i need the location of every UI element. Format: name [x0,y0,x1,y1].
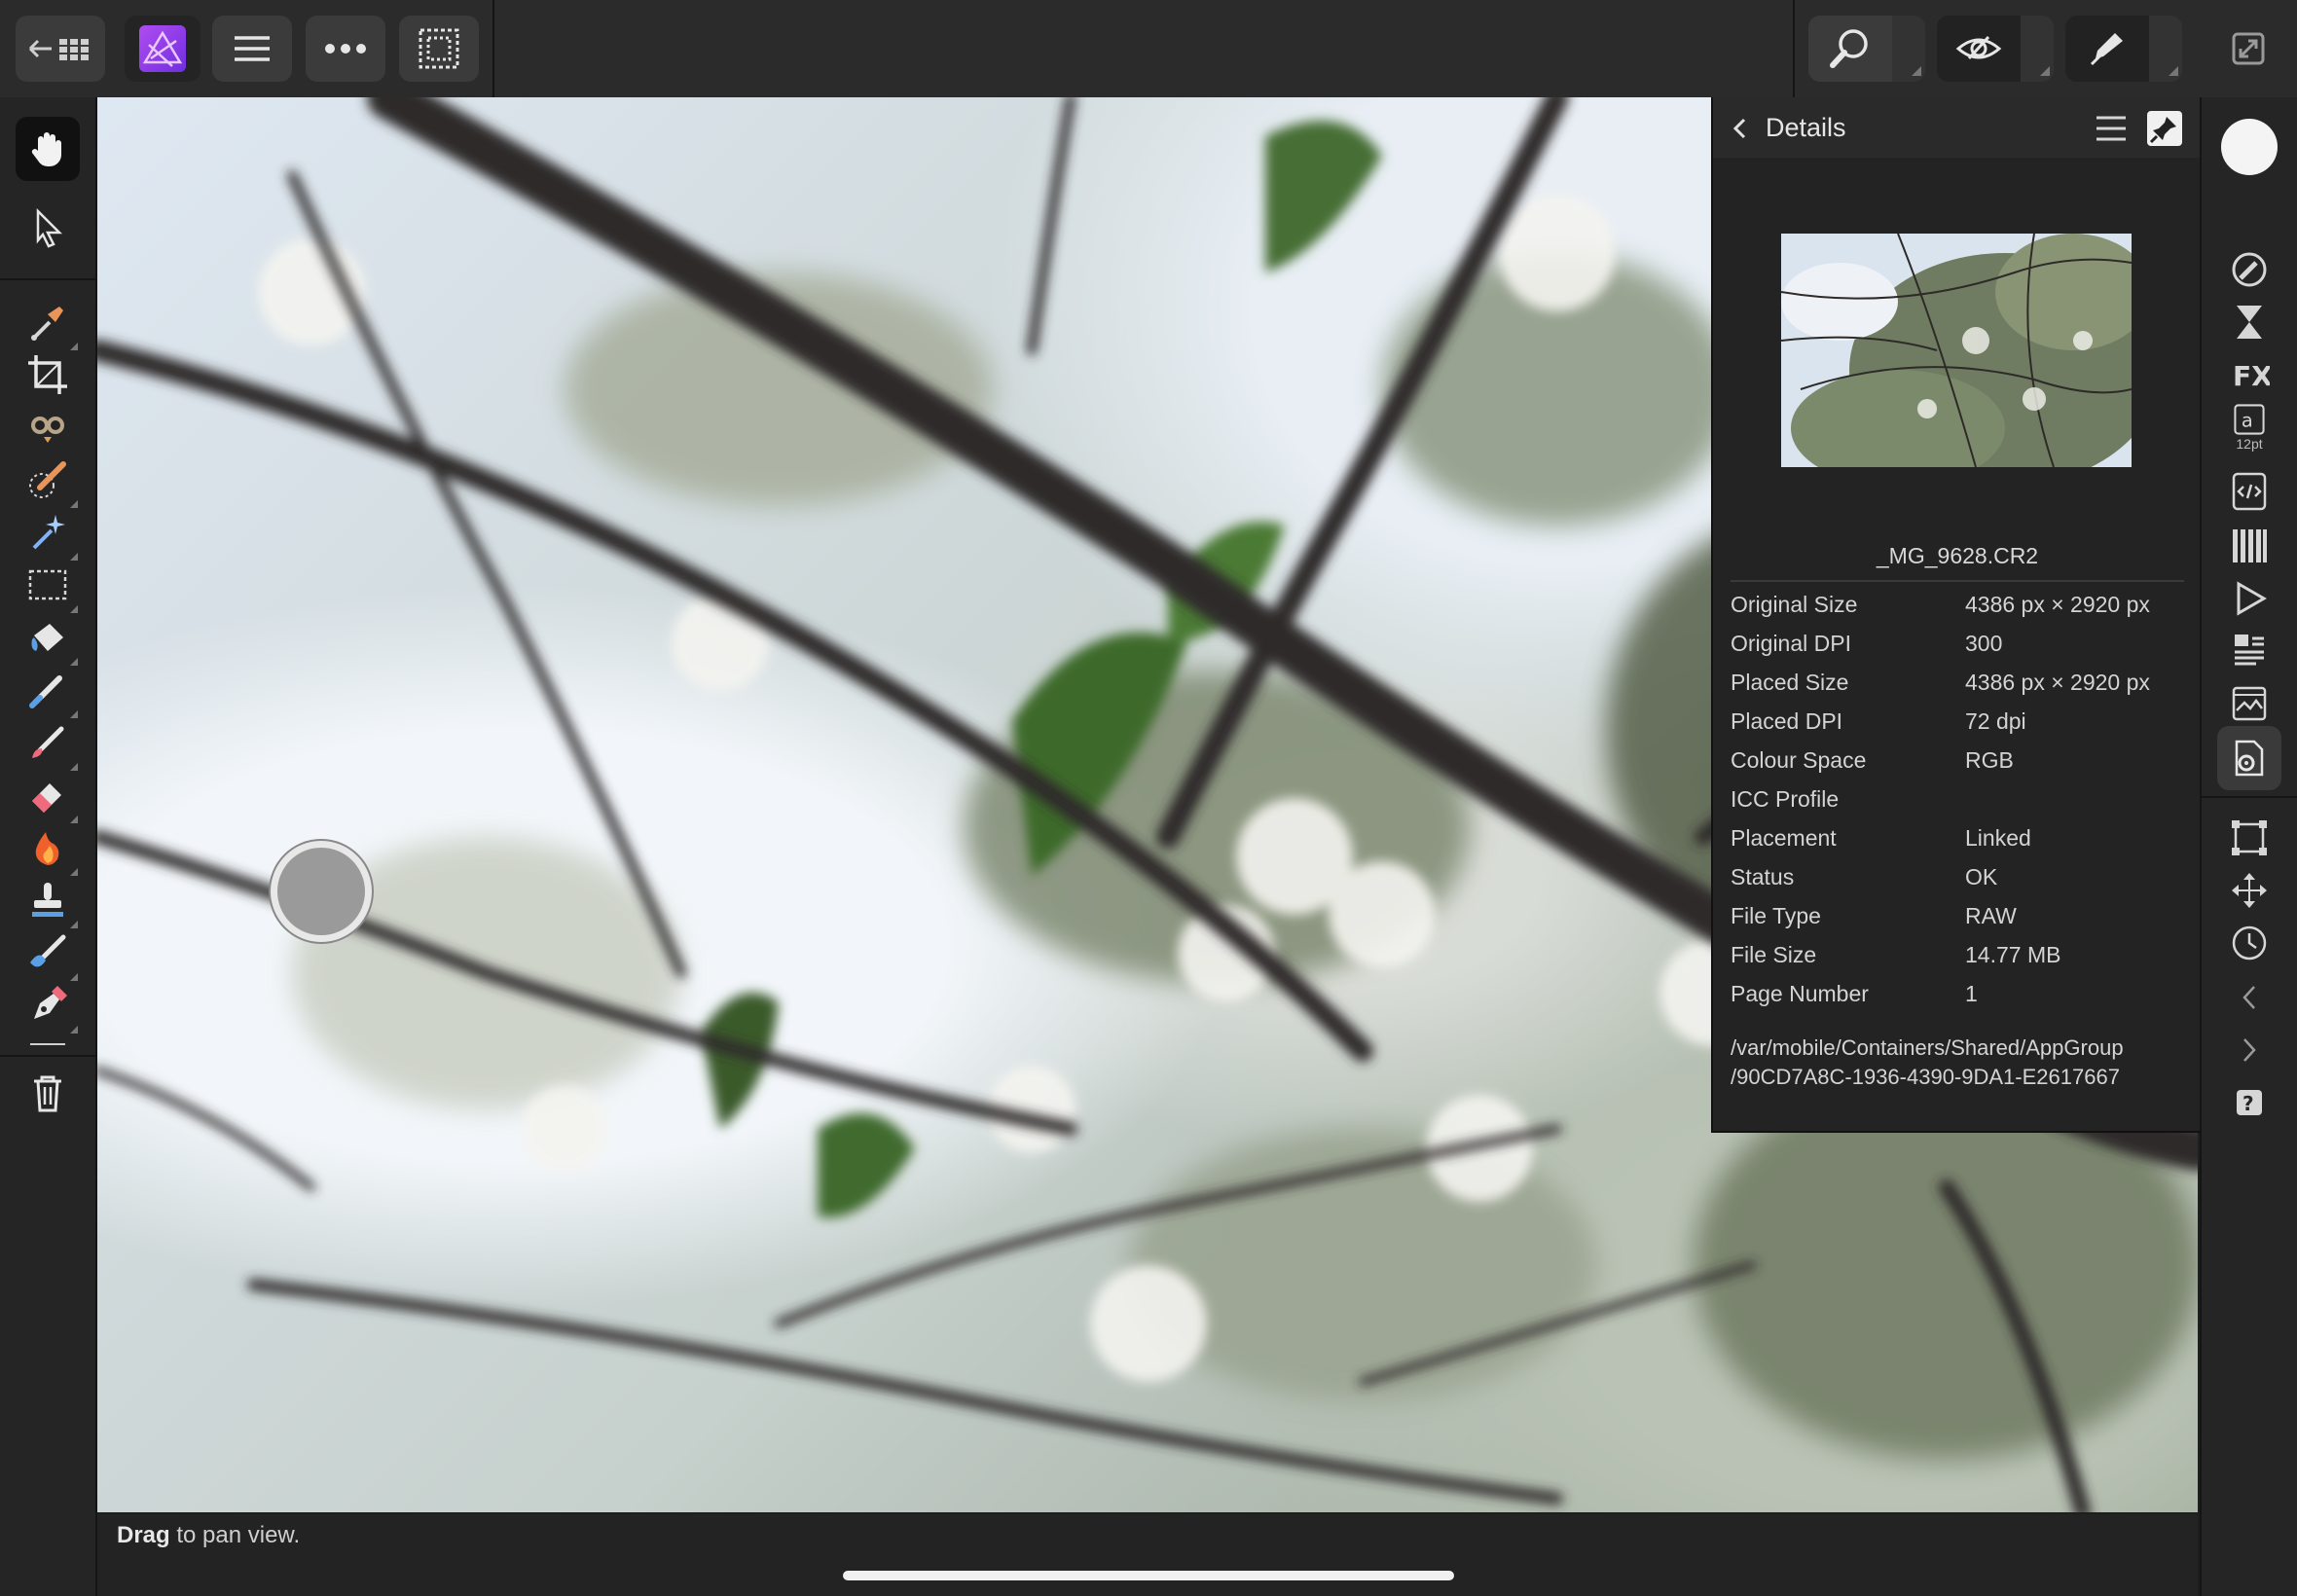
fullscreen-button[interactable] [2213,16,2283,82]
panel-title: Details [1766,113,1846,142]
pin-icon [2149,117,2176,144]
selection-button[interactable] [399,16,479,82]
document-gear-icon [2235,740,2264,777]
file-path-line-1: /var/mobile/Containers/Shared/AppGroup [1731,1035,2124,1060]
svg-text:FX: FX [2233,360,2270,392]
transform-box-icon [2232,820,2267,855]
hamburger-icon [235,36,270,61]
owl-eyes-icon [31,417,64,443]
detail-row-original-size: Original Size 4386 px × 2920 px [1731,592,2150,617]
detail-row-original-dpi: Original DPI 300 [1731,631,2003,656]
hourglass-icon [2237,306,2262,339]
flame-icon [35,832,59,865]
code-doc-icon [2232,472,2267,511]
back-to-gallery-button[interactable] [16,16,105,82]
zoom-view-button[interactable] [1808,16,1892,82]
assistant-button[interactable] [2065,16,2149,82]
detail-row-placement: Placement Linked [1731,825,2031,851]
studio-resource-manager[interactable] [2217,726,2281,790]
detail-row-file-type: File Type RAW [1731,903,2017,928]
eraser-icon [32,783,61,813]
adjustment-dial-icon [2232,252,2267,287]
pen-tool[interactable] [16,973,80,1037]
marquee-selection-icon [419,28,459,69]
eyedropper-icon [31,307,63,341]
tools-panel [0,97,97,1596]
crop-icon [28,355,67,394]
stamp-icon [32,883,63,917]
panel-menu-icon[interactable] [2095,115,2128,142]
help-icon: ? [2237,1090,2262,1115]
detail-row-icc-profile: ICC Profile [1731,786,1840,812]
more-options-button[interactable] [306,16,385,82]
home-indicator[interactable] [843,1571,1454,1580]
status-bar: Drag to pan view. [97,1514,2198,1596]
move-tool[interactable] [16,197,80,261]
magnifier-icon [1830,29,1868,68]
magic-wand-icon [32,515,65,550]
colour-swatch-icon [2221,119,2278,175]
pink-brush-icon [32,726,64,758]
text-size-label: 12pt [2236,436,2263,452]
file-name: _MG_9628.CR2 [1876,543,2039,568]
affinity-photo-logo-icon [139,25,186,72]
eye-view-icon [1955,35,2002,60]
menu-button[interactable] [212,16,292,82]
pen-nib-icon [34,986,67,1019]
list-doc-icon [2235,635,2264,666]
svg-text:a: a [2242,409,2253,431]
play-icon [2237,581,2268,616]
panel-divider [1731,580,2184,582]
photo-persona-button[interactable] [125,16,201,82]
hand-icon [31,132,61,166]
detail-row-status: Status OK [1731,864,1998,889]
studio-text-styles[interactable]: a 12pt [2217,395,2281,459]
channels-bars-icon [2233,529,2267,562]
image-doc-icon [2232,686,2267,721]
assistant-icon [2090,33,2123,66]
view-tool[interactable] [16,117,80,181]
studio-bar: FX a 12pt ? [2200,97,2297,1596]
delete-button[interactable] [16,1061,80,1125]
fx-icon: FX [2233,360,2270,392]
detail-row-page-number: Page Number 1 [1731,981,1978,1006]
modifier-button[interactable] [271,841,372,942]
move-arrows-icon [2232,873,2267,908]
detail-row-colour-space: Colour Space RGB [1731,747,2014,773]
svg-text:?: ? [2242,1092,2254,1115]
brush-icon [29,675,62,708]
view-mode-button[interactable] [1937,16,2021,82]
arrow-cursor-icon [36,207,63,248]
paint-bucket-icon [31,624,63,651]
expand-icon [2232,32,2265,65]
assistant-dropdown[interactable] [2149,16,2182,82]
chevron-right-icon [2243,1038,2256,1062]
pin-panel-button[interactable] [2147,111,2182,146]
details-panel: Details _MG_9628.CR2 Original Size 4386 … [1711,97,2202,1133]
file-path-line-2: /90CD7A8C-1936-4390-9DA1-E2617667 [1731,1065,2120,1089]
image-thumbnail [1781,234,2132,467]
smudge-brush-icon [30,934,66,967]
zoom-view-dropdown[interactable] [1892,16,1925,82]
view-mode-dropdown[interactable] [2021,16,2054,82]
rectangle-marquee-icon [28,569,67,600]
more-dots-icon [325,44,366,54]
history-clock-icon [2232,925,2267,961]
trash-icon [34,1075,61,1112]
detail-row-file-size: File Size 14.77 MB [1731,942,2061,967]
panel-header: Details [1713,97,2202,158]
studio-help[interactable]: ? [2217,1070,2281,1135]
selection-brush-icon [29,461,66,498]
top-toolbar [0,0,2297,99]
detail-row-placed-size: Placed Size 4386 px × 2920 px [1731,670,2150,695]
detail-row-placed-dpi: Placed DPI 72 dpi [1731,708,2026,734]
chevron-left-icon[interactable] [1731,117,1750,140]
character-icon: a [2234,404,2265,435]
file-path: /var/mobile/Containers/Shared/AppGroup /… [1731,1034,2188,1092]
chevron-left-icon [2242,986,2255,1009]
context-hint: Drag to pan view. [117,1522,301,1548]
back-grid-icon [28,39,89,60]
thumbnail-image [1781,234,2132,467]
colour-swatch-button[interactable] [2217,115,2281,179]
